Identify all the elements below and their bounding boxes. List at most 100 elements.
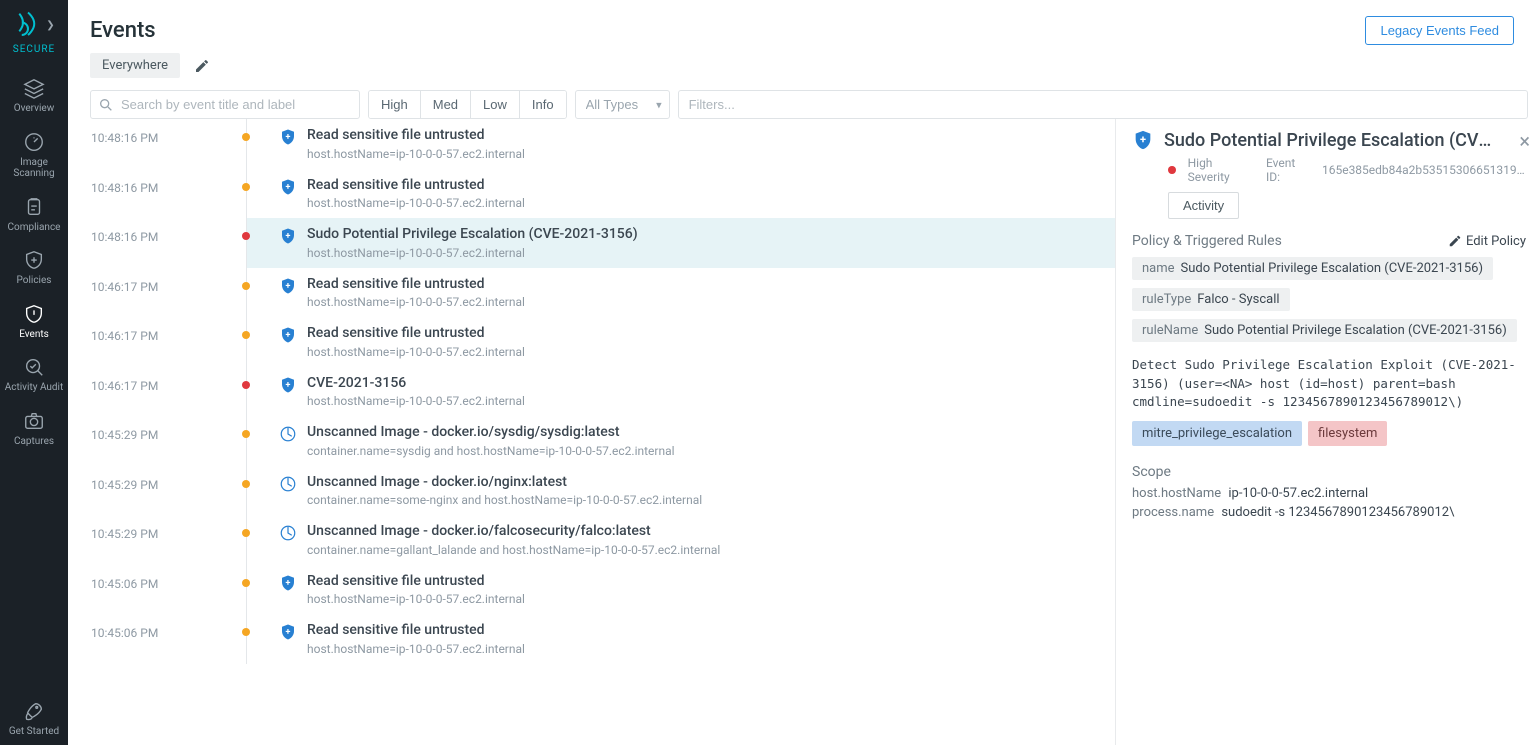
- scan-icon: [279, 475, 297, 493]
- close-icon[interactable]: ×: [1515, 125, 1534, 157]
- edit-policy-button[interactable]: Edit Policy: [1448, 234, 1526, 249]
- event-title: CVE-2021-3156: [307, 375, 525, 393]
- filter-bar: HighMedLowInfo All Types ▾: [68, 90, 1536, 119]
- nav-label: Activity Audit: [5, 382, 64, 394]
- kv-pill: ruleNameSudo Potential Privilege Escalat…: [1132, 319, 1517, 342]
- type-select[interactable]: All Types: [575, 90, 670, 119]
- event-row[interactable]: 10:48:16 PM+Sudo Potential Privilege Esc…: [247, 218, 1115, 268]
- event-title: Unscanned Image - docker.io/falcosecurit…: [307, 523, 720, 541]
- filters-input[interactable]: [678, 90, 1528, 119]
- severity-dot: [242, 579, 250, 587]
- nav-label: Events: [19, 329, 49, 341]
- nav-events[interactable]: Events: [0, 295, 68, 349]
- shield-icon: +: [279, 227, 297, 245]
- event-time: 10:45:29 PM: [69, 474, 229, 492]
- severity-dot: [242, 480, 250, 488]
- pencil-icon[interactable]: [194, 58, 210, 74]
- severity-dot: [242, 381, 250, 389]
- event-time: 10:46:17 PM: [69, 325, 229, 343]
- shield-alert-icon: [23, 303, 45, 325]
- scope-chip[interactable]: Everywhere: [90, 53, 180, 78]
- camera-icon: [23, 410, 45, 432]
- severity-dot: [1168, 166, 1176, 174]
- search-input[interactable]: [90, 90, 360, 119]
- event-subtitle: host.hostName=ip-10-0-0-57.ec2.internal: [307, 592, 525, 606]
- shield-plus-icon: [23, 249, 45, 271]
- nav-label: Overview: [14, 103, 55, 115]
- event-list[interactable]: 10:48:16 PM + Read sensitive file untruste…: [68, 119, 1116, 745]
- nav-overview[interactable]: Overview: [0, 69, 68, 123]
- severity-dot: [242, 628, 250, 636]
- event-row[interactable]: 10:45:29 PMUnscanned Image - docker.io/n…: [247, 466, 1115, 516]
- event-time: 10:48:16 PM: [69, 177, 229, 195]
- scope-row: Everywhere: [68, 53, 1536, 90]
- scope-kv: host.hostName ip-10-0-0-57.ec2.internal: [1132, 486, 1526, 501]
- nav-image-scanning[interactable]: Image Scanning: [0, 123, 68, 188]
- event-row[interactable]: 10:46:17 PM+Read sensitive file untruste…: [247, 317, 1115, 367]
- shield-icon: +: [279, 277, 297, 295]
- svg-text:+: +: [286, 578, 291, 588]
- event-subtitle: container.name=sysdig and host.hostName=…: [307, 444, 675, 458]
- svg-text:+: +: [286, 330, 291, 340]
- app-logo: ❯: [13, 10, 54, 40]
- chevron-right-icon: ❯: [46, 20, 54, 31]
- event-time: 10:46:17 PM: [69, 375, 229, 393]
- event-title: Read sensitive file untrusted: [307, 325, 525, 343]
- kv-pill: nameSudo Potential Privilege Escalation …: [1132, 257, 1493, 280]
- event-title: Sudo Potential Privilege Escalation (CVE…: [307, 226, 638, 244]
- scope-kv: process.name sudoedit -s 123456789012345…: [1132, 505, 1526, 520]
- nav-activity-audit[interactable]: Activity Audit: [0, 348, 68, 402]
- svg-text:+: +: [286, 132, 291, 142]
- nav-label: Policies: [17, 275, 52, 287]
- rocket-icon: [23, 700, 45, 722]
- event-title: Read sensitive file untrusted: [307, 127, 525, 145]
- event-subtitle: host.hostName=ip-10-0-0-57.ec2.internal: [307, 642, 525, 656]
- severity-dot: [242, 529, 250, 537]
- kv-pill: ruleTypeFalco - Syscall: [1132, 288, 1290, 311]
- event-time: 10:45:29 PM: [69, 523, 229, 541]
- event-subtitle: host.hostName=ip-10-0-0-57.ec2.internal: [307, 345, 525, 359]
- severity-info-button[interactable]: Info: [520, 91, 566, 118]
- event-row[interactable]: 10:45:06 PM+Read sensitive file untruste…: [247, 565, 1115, 615]
- tag-mitre_privilege_escalation: mitre_privilege_escalation: [1132, 421, 1302, 446]
- legacy-events-button[interactable]: Legacy Events Feed: [1365, 16, 1514, 45]
- nav-policies[interactable]: Policies: [0, 241, 68, 295]
- shield-icon: +: [279, 623, 297, 641]
- nav-label: Get Started: [9, 726, 59, 738]
- nav-captures[interactable]: Captures: [0, 402, 68, 456]
- event-title: Unscanned Image - docker.io/nginx:latest: [307, 474, 702, 492]
- event-time: 10:48:16 PM: [69, 127, 229, 145]
- section-title: Policy & Triggered Rules: [1132, 233, 1282, 249]
- severity-high-button[interactable]: High: [369, 91, 421, 118]
- clipboard-icon: [23, 196, 45, 218]
- event-row[interactable]: 10:45:29 PMUnscanned Image - docker.io/s…: [247, 416, 1115, 466]
- event-title: Unscanned Image - docker.io/sysdig/sysdi…: [307, 424, 675, 442]
- activity-button[interactable]: Activity: [1168, 192, 1239, 219]
- zoom-icon: [23, 356, 45, 378]
- event-row[interactable]: 10:45:06 PM+Read sensitive file untruste…: [247, 614, 1115, 664]
- severity-med-button[interactable]: Med: [421, 91, 471, 118]
- nav-get-started[interactable]: Get Started: [0, 692, 68, 745]
- event-row[interactable]: 10:48:16 PM+Read sensitive file untruste…: [247, 169, 1115, 219]
- event-row[interactable]: 10:46:17 PM+CVE-2021-3156host.hostName=i…: [247, 367, 1115, 417]
- event-subtitle: container.name=gallant_lalande and host.…: [307, 543, 720, 557]
- event-row[interactable]: 10:46:17 PM+Read sensitive file untruste…: [247, 268, 1115, 318]
- event-subtitle: host.hostName=ip-10-0-0-57.ec2.internal: [307, 196, 525, 210]
- severity-low-button[interactable]: Low: [471, 91, 520, 118]
- event-time: 10:48:16 PM: [69, 226, 229, 244]
- gauge-icon: [23, 131, 45, 153]
- tag-filesystem: filesystem: [1308, 421, 1387, 446]
- event-title: Read sensitive file untrusted: [307, 276, 525, 294]
- severity-label: High Severity: [1188, 156, 1254, 184]
- shield-icon: +: [279, 574, 297, 592]
- nav-label: Image Scanning: [0, 157, 68, 180]
- severity-dot: [242, 430, 250, 438]
- logo-icon: [13, 10, 43, 40]
- scope-section-title: Scope: [1132, 464, 1526, 480]
- event-row[interactable]: 10:45:29 PMUnscanned Image - docker.io/f…: [247, 515, 1115, 565]
- page-title: Events: [90, 18, 156, 43]
- svg-text:+: +: [286, 627, 291, 637]
- svg-text:+: +: [286, 380, 291, 390]
- event-row[interactable]: 10:48:16 PM+Read sensitive file untruste…: [247, 119, 1115, 169]
- nav-compliance[interactable]: Compliance: [0, 188, 68, 242]
